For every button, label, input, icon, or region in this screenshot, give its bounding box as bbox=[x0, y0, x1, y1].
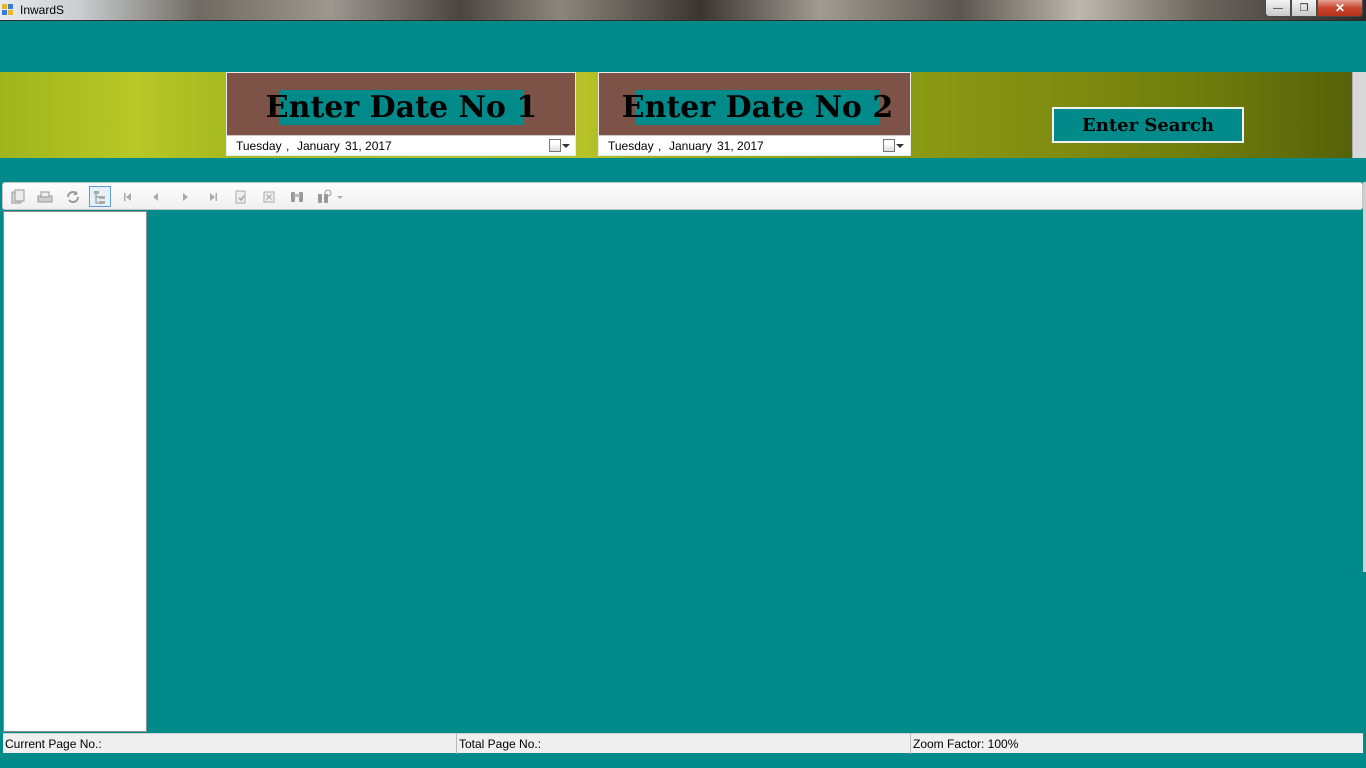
date-2-weekday[interactable]: Tuesday bbox=[608, 139, 654, 153]
chevron-down-icon[interactable] bbox=[896, 144, 904, 148]
goto-page-icon[interactable] bbox=[230, 186, 252, 207]
calendar-icon[interactable] bbox=[549, 139, 561, 152]
date-picker-1[interactable]: Tuesday , January 31, 2017 bbox=[227, 135, 575, 155]
minimize-icon: — bbox=[1273, 2, 1283, 14]
date-2-title: Enter Date No 2 bbox=[621, 90, 894, 125]
date-2-day-year[interactable]: 31, 2017 bbox=[717, 139, 764, 153]
print-icon[interactable] bbox=[34, 186, 56, 207]
date-2-separator: , bbox=[658, 139, 662, 153]
find-icon[interactable] bbox=[286, 186, 308, 207]
date-1-weekday[interactable]: Tuesday bbox=[236, 139, 282, 153]
window-title: InwardS bbox=[20, 3, 65, 17]
app-icon bbox=[2, 4, 14, 16]
report-toolbar bbox=[2, 182, 1363, 210]
date-1-month[interactable]: January bbox=[297, 139, 340, 153]
restore-icon: ❐ bbox=[1299, 2, 1309, 14]
date-panel-2: Enter Date No 2 Tuesday , January 31, 20… bbox=[598, 72, 911, 156]
last-page-icon[interactable] bbox=[202, 186, 224, 207]
date-2-month[interactable]: January bbox=[669, 139, 712, 153]
close-view-icon[interactable] bbox=[258, 186, 280, 207]
date-1-separator: , bbox=[286, 139, 290, 153]
date-1-title: Enter Date No 1 bbox=[265, 90, 538, 125]
date-1-day-year[interactable]: 31, 2017 bbox=[345, 139, 392, 153]
toggle-group-tree-icon[interactable] bbox=[89, 186, 111, 207]
previous-page-icon[interactable] bbox=[145, 186, 167, 207]
chevron-down-icon[interactable] bbox=[562, 144, 570, 148]
calendar-icon[interactable] bbox=[883, 139, 895, 152]
banner-scroll-strip bbox=[1352, 72, 1366, 158]
restore-button[interactable]: ❐ bbox=[1291, 0, 1317, 17]
zoom-icon[interactable] bbox=[314, 186, 346, 207]
title-bar: InwardS — ❐ ✕ bbox=[0, 0, 1366, 21]
export-icon[interactable] bbox=[7, 186, 29, 207]
zoom-factor-status: Zoom Factor: 100% bbox=[910, 734, 1363, 754]
group-tree-panel[interactable] bbox=[3, 211, 147, 732]
close-button[interactable]: ✕ bbox=[1317, 0, 1363, 17]
refresh-icon[interactable] bbox=[62, 186, 84, 207]
status-bar: Current Page No.: Total Page No.: Zoom F… bbox=[3, 733, 1363, 754]
total-page-status: Total Page No.: bbox=[456, 734, 910, 754]
date-picker-2[interactable]: Tuesday , January 31, 2017 bbox=[599, 135, 910, 155]
enter-search-button[interactable]: Enter Search bbox=[1052, 107, 1244, 143]
current-page-status: Current Page No.: bbox=[5, 737, 102, 751]
close-icon: ✕ bbox=[1334, 1, 1346, 15]
minimize-button[interactable]: — bbox=[1265, 0, 1291, 17]
next-page-icon[interactable] bbox=[174, 186, 196, 207]
first-page-icon[interactable] bbox=[117, 186, 139, 207]
date-panel-1: Enter Date No 1 Tuesday , January 31, 20… bbox=[226, 72, 576, 156]
